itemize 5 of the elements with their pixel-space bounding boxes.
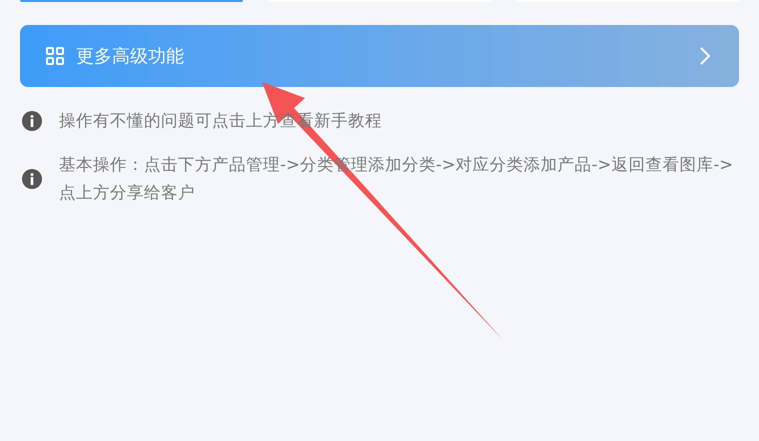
info-icon <box>21 110 43 132</box>
chevron-right-icon <box>699 46 711 66</box>
grid-icon <box>46 47 64 65</box>
more-features-button[interactable]: 更多高级功能 <box>20 25 739 87</box>
info-icon <box>21 168 43 190</box>
